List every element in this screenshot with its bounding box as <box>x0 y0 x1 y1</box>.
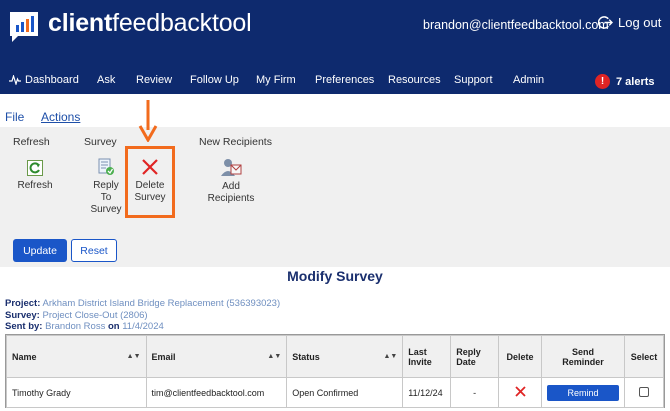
reply-label-line2: To <box>100 192 112 203</box>
alerts-label: 7 alerts <box>616 75 655 88</box>
cell-delete <box>498 377 542 408</box>
nav-follow-up[interactable]: Follow Up <box>190 74 239 86</box>
tab-actions[interactable]: Actions <box>41 110 80 124</box>
nav-ask[interactable]: Ask <box>97 74 115 86</box>
cell-last-invite: 11/12/24 <box>402 377 452 408</box>
sent-value: Brandon Ross <box>45 321 106 332</box>
nav-review[interactable]: Review <box>136 74 172 86</box>
add-label-line1: Add <box>222 181 240 192</box>
survey-label: Survey: <box>5 310 40 321</box>
reply-survey-icon <box>98 158 114 175</box>
group-label-refresh: Refresh <box>13 136 50 148</box>
meta-survey: Survey: Project Close-Out (2806) <box>5 310 148 321</box>
remind-button[interactable]: Remind <box>546 384 619 401</box>
sort-icon: ▲▼ <box>126 353 141 360</box>
nav-dashboard[interactable]: Dashboard <box>9 74 79 86</box>
user-email: brandon@clientfeedbacktool.com <box>423 18 609 32</box>
delete-survey-highlight <box>125 146 175 218</box>
col-reply-date: Reply Date <box>450 335 500 378</box>
cell-reply-date: - <box>450 377 500 408</box>
meta-project: Project: Arkham District Island Bridge R… <box>5 298 280 309</box>
logout-label: Log out <box>618 15 662 30</box>
on-label: on <box>107 321 120 332</box>
refresh-button[interactable]: Refresh <box>14 160 56 192</box>
project-value: Arkham District Island Bridge Replacemen… <box>42 298 281 309</box>
arrow-down-icon <box>138 100 158 142</box>
reply-to-survey-button[interactable]: Reply To Survey <box>86 158 126 216</box>
nav-my-firm[interactable]: My Firm <box>256 74 296 86</box>
tab-file[interactable]: File <box>5 110 24 124</box>
sort-icon: ▲▼ <box>383 353 398 360</box>
project-label: Project: <box>5 298 41 309</box>
col-last-invite: Last Invite <box>402 335 452 378</box>
add-label-line2: Recipients <box>207 193 255 204</box>
app-header: clientfeedbacktool brandon@clientfeedbac… <box>0 0 670 94</box>
meta-sent-by: Sent by: Brandon Ross on 11/4/2024 <box>5 321 164 332</box>
logout-link[interactable]: Log out <box>598 15 661 30</box>
cell-select <box>623 377 665 408</box>
group-label-survey: Survey <box>84 136 117 148</box>
update-button[interactable]: Update <box>13 239 67 262</box>
page-title: Modify Survey <box>287 268 383 284</box>
select-checkbox[interactable] <box>638 386 649 397</box>
cell-name: Timothy Grady <box>6 377 147 408</box>
cell-send-reminder: Remind <box>540 377 625 408</box>
nav-admin[interactable]: Admin <box>513 74 544 86</box>
pulse-icon <box>9 75 21 86</box>
sent-date: 11/4/2024 <box>122 321 164 332</box>
survey-value: Project Close-Out (2806) <box>42 310 148 321</box>
delete-row-icon[interactable] <box>514 386 526 397</box>
cell-email: tim@clientfeedbacktool.com <box>145 377 288 408</box>
alerts-link[interactable]: ! 7 alerts <box>595 74 655 89</box>
group-label-new-recipients: New Recipients <box>199 136 272 148</box>
logo-icon <box>10 12 38 42</box>
brand-name: clientfeedbacktool <box>48 9 252 37</box>
add-recipients-button[interactable]: Add Recipients <box>206 157 256 205</box>
sort-icon: ▲▼ <box>267 353 282 360</box>
nav-preferences[interactable]: Preferences <box>315 74 374 86</box>
nav-dashboard-label: Dashboard <box>25 74 79 86</box>
table-header-row: Name ▲▼ Email ▲▼ Status ▲▼ Last Invite Reply… <box>6 335 665 378</box>
reply-label-line1: Reply <box>93 180 119 191</box>
logout-icon <box>598 16 613 29</box>
refresh-icon <box>27 160 43 176</box>
sent-label: Sent by: <box>5 321 43 332</box>
col-name[interactable]: Name ▲▼ <box>6 335 147 378</box>
col-delete: Delete <box>498 335 542 378</box>
table-row: Timothy Grady tim@clientfeedbacktool.com… <box>6 377 665 408</box>
col-email[interactable]: Email ▲▼ <box>145 335 288 378</box>
col-select: Select <box>623 335 665 378</box>
main-nav: Dashboard Ask Review Follow Up My Firm P… <box>0 70 670 92</box>
add-recipients-icon <box>221 159 242 176</box>
col-status[interactable]: Status ▲▼ <box>286 335 404 378</box>
recipients-table: Name ▲▼ Email ▲▼ Status ▲▼ Last Invite Reply… <box>5 334 665 408</box>
alert-icon: ! <box>595 74 610 89</box>
reply-label-line3: Survey <box>90 204 122 215</box>
col-send-reminder: Send Reminder <box>540 335 625 378</box>
nav-support[interactable]: Support <box>454 74 493 86</box>
cell-status: Open Confirmed <box>286 377 404 408</box>
nav-resources[interactable]: Resources <box>388 74 441 86</box>
reset-button[interactable]: Reset <box>71 239 117 262</box>
refresh-label: Refresh <box>17 180 53 191</box>
